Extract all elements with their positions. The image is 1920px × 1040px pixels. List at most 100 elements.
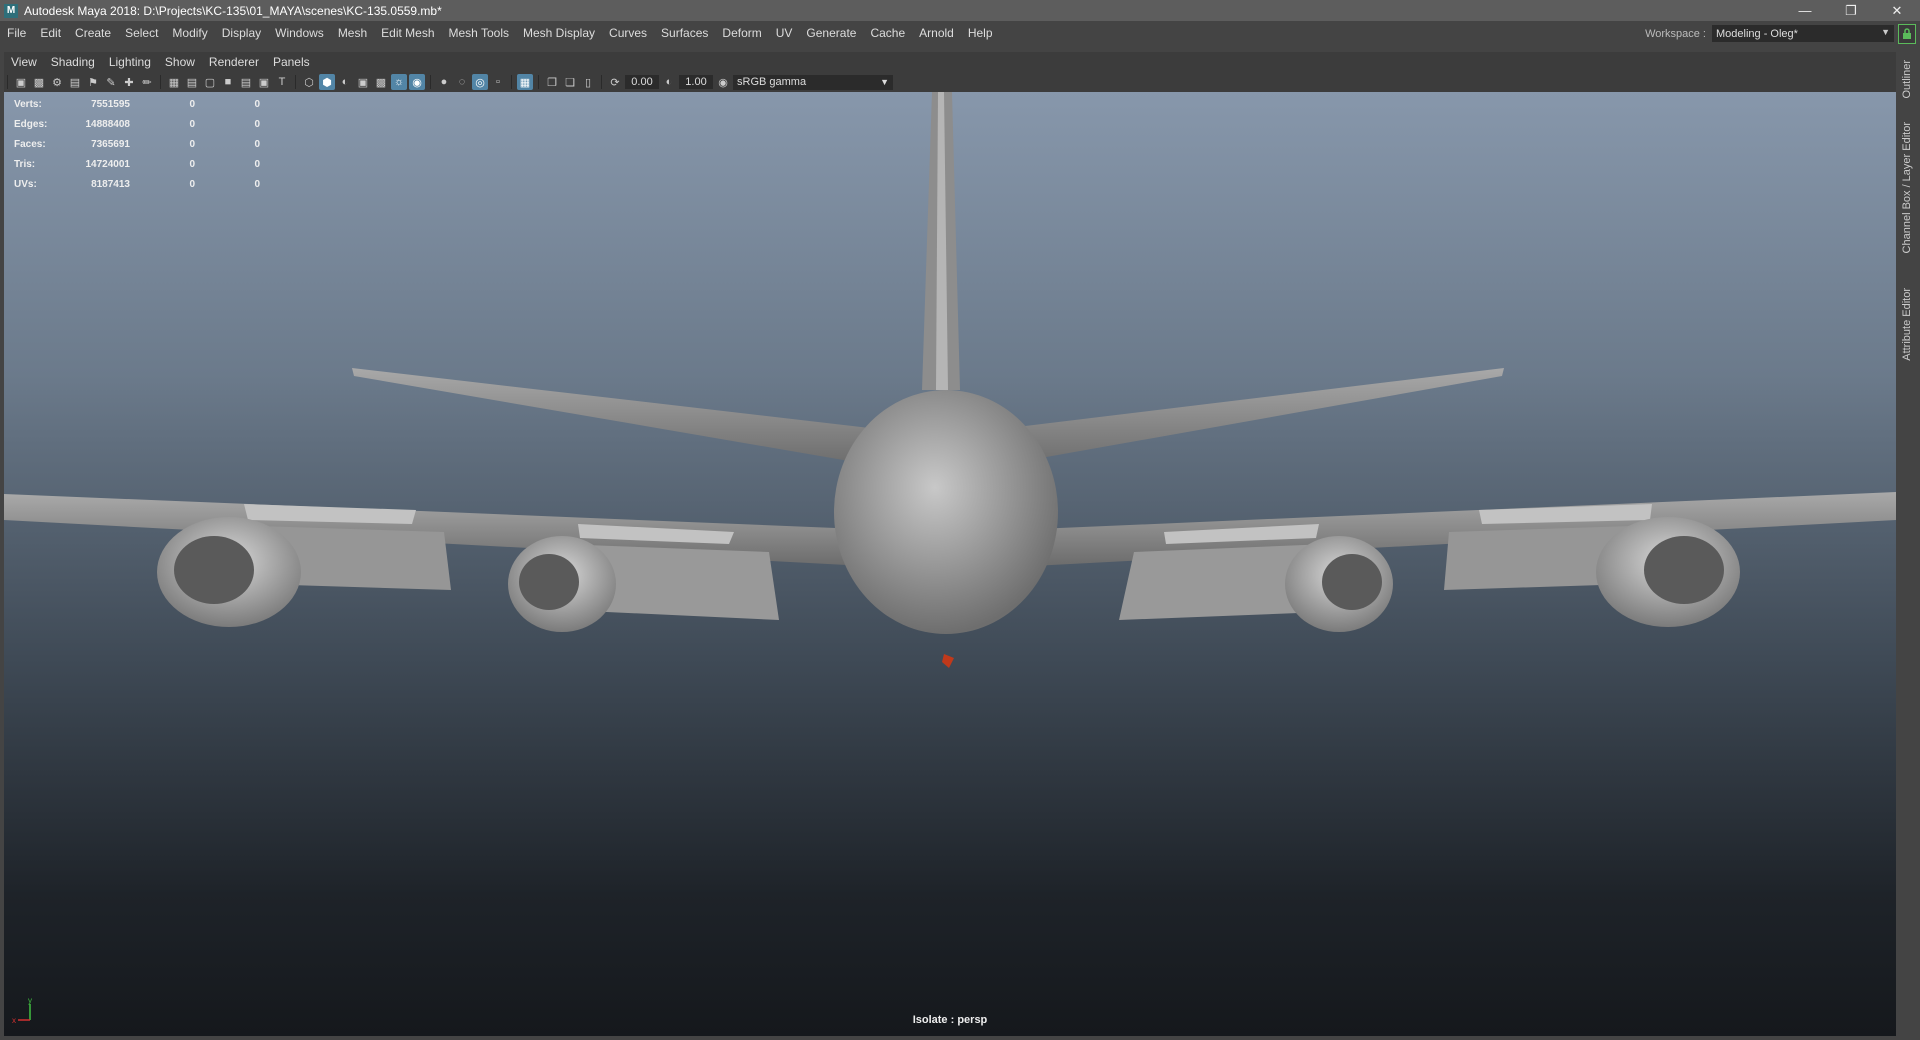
grid-icon[interactable]: ▦ — [166, 74, 182, 90]
grease-pencil-icon[interactable]: ✏ — [139, 74, 155, 90]
xray-joints-icon[interactable]: ❐ — [544, 74, 560, 90]
safe-action-icon[interactable]: ▣ — [256, 74, 272, 90]
hud-selected: 0 — [189, 158, 195, 170]
minimize-button[interactable]: — — [1782, 0, 1828, 21]
hud-label: Tris: — [14, 158, 36, 170]
depth-of-field-icon[interactable]: ◎ — [472, 74, 488, 90]
menu-edit[interactable]: Edit — [33, 26, 68, 40]
hud-value: 7365691 — [91, 138, 130, 150]
hud-label: Faces: — [14, 138, 46, 150]
color-space-dropdown[interactable]: sRGB gamma ▼ — [733, 74, 893, 90]
camera-attributes-icon[interactable]: ▩ — [31, 74, 47, 90]
workspace-label: Workspace : — [1645, 27, 1706, 40]
hud-row-faces: Faces: 7365691 0 0 — [14, 134, 260, 154]
wireframe-on-shaded-icon[interactable]: ◐ — [337, 74, 353, 90]
smooth-shade-icon[interactable]: ⬢ — [319, 74, 335, 90]
maya-app-icon: M — [4, 3, 18, 18]
image-plane-icon[interactable]: ▤ — [67, 74, 83, 90]
hud-value: 8187413 — [91, 178, 130, 190]
workspace-lock-button[interactable] — [1898, 24, 1916, 44]
hud-value: 14888408 — [85, 118, 131, 130]
menu-arnold[interactable]: Arnold — [912, 26, 961, 40]
close-button[interactable]: ✕ — [1874, 0, 1920, 21]
3d-viewport[interactable]: Verts: 7551595 0 0 Edges: 14888408 0 0 F… — [4, 92, 1896, 1036]
exposure-field[interactable]: 0.00 — [625, 75, 659, 89]
menu-display[interactable]: Display — [215, 26, 268, 40]
resolution-gate-icon[interactable]: ▢ — [202, 74, 218, 90]
film-gate-icon[interactable]: ▤ — [184, 74, 200, 90]
bookmarks-icon[interactable]: ⚙ — [49, 74, 65, 90]
panel-menu-show[interactable]: Show — [158, 55, 202, 69]
panel-menu-panels[interactable]: Panels — [266, 55, 317, 69]
menu-modify[interactable]: Modify — [165, 26, 214, 40]
hud-label: UVs: — [14, 178, 37, 190]
gate-mask-icon[interactable]: ■ — [220, 74, 236, 90]
tab-channel-box[interactable]: Channel Box / Layer Editor — [1901, 122, 1913, 253]
gamma-icon[interactable]: ◐ — [661, 74, 677, 90]
locator-marker — [942, 654, 954, 668]
hud-row-verts: Verts: 7551595 0 0 — [14, 94, 260, 114]
hud-row-uvs: UVs: 8187413 0 0 — [14, 174, 260, 194]
menu-help[interactable]: Help — [961, 26, 1000, 40]
gamma-field[interactable]: 1.00 — [679, 75, 713, 89]
hud-selected: 0 — [189, 98, 195, 110]
menu-mesh[interactable]: Mesh — [331, 26, 374, 40]
bookmark-icon[interactable]: ⚑ — [85, 74, 101, 90]
menu-surfaces[interactable]: Surfaces — [654, 26, 715, 40]
shadows-icon[interactable]: ☼ — [391, 74, 407, 90]
title-bar: M Autodesk Maya 2018: D:\Projects\KC-135… — [0, 0, 1920, 21]
panel-menu-shading[interactable]: Shading — [44, 55, 102, 69]
tab-outliner[interactable]: Outliner — [1901, 60, 1913, 99]
panel-menu-view[interactable]: View — [4, 55, 44, 69]
hud-row-tris: Tris: 14724001 0 0 — [14, 154, 260, 174]
safe-title-icon[interactable]: T — [274, 74, 290, 90]
wireframe-icon[interactable]: ⬡ — [301, 74, 317, 90]
menu-curves[interactable]: Curves — [602, 26, 654, 40]
menu-deform[interactable]: Deform — [715, 26, 768, 40]
hud-triangles: 0 — [254, 118, 260, 130]
menu-edit-mesh[interactable]: Edit Mesh — [374, 26, 441, 40]
toolbar-separator — [430, 75, 431, 89]
workspace-dropdown[interactable]: Modeling - Oleg* ▼ — [1712, 25, 1894, 42]
hud-triangles: 0 — [254, 138, 260, 150]
2d-pan-zoom-icon[interactable]: ✚ — [121, 74, 137, 90]
multisample-aa-icon[interactable]: ◌ — [454, 74, 470, 90]
xray-icon[interactable]: ▦ — [517, 74, 533, 90]
main-menu-bar: File Edit Create Select Modify Display W… — [0, 21, 1920, 45]
isolate-select-icon[interactable]: ▫ — [490, 74, 506, 90]
tab-attribute-editor[interactable]: Attribute Editor — [1901, 288, 1913, 361]
backface-culling-icon[interactable]: ▯ — [580, 74, 596, 90]
textured-icon[interactable]: ▣ — [355, 74, 371, 90]
field-chart-icon[interactable]: ▤ — [238, 74, 254, 90]
xray-active-icon[interactable]: ❏ — [562, 74, 578, 90]
menu-mesh-tools[interactable]: Mesh Tools — [442, 26, 516, 40]
menu-generate[interactable]: Generate — [799, 26, 863, 40]
panel-menu-lighting[interactable]: Lighting — [102, 55, 158, 69]
restore-button[interactable]: ❐ — [1828, 0, 1874, 21]
menu-cache[interactable]: Cache — [863, 26, 912, 40]
menu-create[interactable]: Create — [68, 26, 118, 40]
menu-select[interactable]: Select — [118, 26, 165, 40]
hud-row-edges: Edges: 14888408 0 0 — [14, 114, 260, 134]
chevron-down-icon: ▼ — [880, 77, 889, 87]
menu-windows[interactable]: Windows — [268, 26, 331, 40]
use-all-lights-icon[interactable]: ▩ — [373, 74, 389, 90]
motion-blur-icon[interactable]: ● — [436, 74, 452, 90]
toolbar-separator — [511, 75, 512, 89]
select-camera-icon[interactable]: ▣ — [13, 74, 29, 90]
window-title: Autodesk Maya 2018: D:\Projects\KC-135\0… — [24, 3, 442, 18]
menu-file[interactable]: File — [0, 26, 33, 40]
minimize-icon: — — [1798, 3, 1812, 18]
hud-label: Edges: — [14, 118, 48, 130]
color-management-icon[interactable]: ◉ — [715, 74, 731, 90]
aircraft-model — [4, 92, 1896, 668]
chevron-down-icon: ▼ — [1881, 27, 1890, 37]
pencil-icon[interactable]: ✎ — [103, 74, 119, 90]
exposure-icon[interactable]: ⟳ — [607, 74, 623, 90]
menu-mesh-display[interactable]: Mesh Display — [516, 26, 602, 40]
restore-icon: ❐ — [1845, 2, 1857, 18]
menu-uv[interactable]: UV — [769, 26, 800, 40]
lock-icon — [1903, 28, 1911, 39]
screen-space-ao-icon[interactable]: ◉ — [409, 74, 425, 90]
panel-menu-renderer[interactable]: Renderer — [202, 55, 266, 69]
